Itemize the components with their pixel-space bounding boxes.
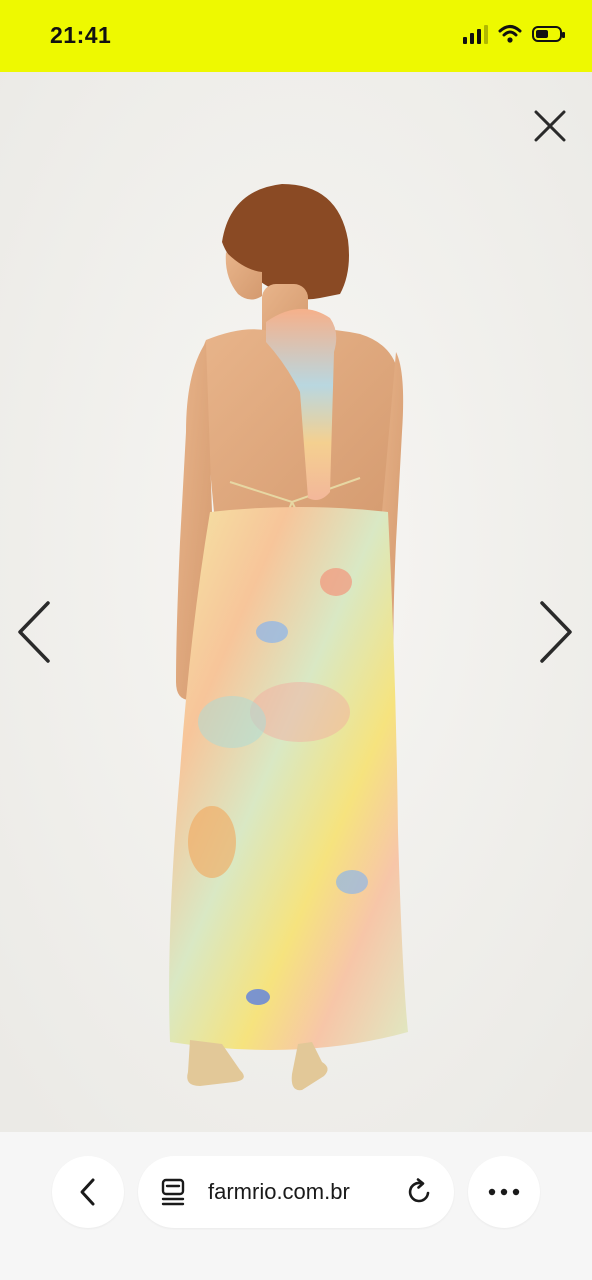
status-icons xyxy=(463,24,565,44)
page-info-icon[interactable] xyxy=(160,1178,186,1206)
product-photo xyxy=(0,72,592,1132)
wifi-icon xyxy=(498,25,522,43)
back-button[interactable] xyxy=(52,1156,124,1228)
more-icon xyxy=(488,1188,520,1196)
more-options-button[interactable] xyxy=(468,1156,540,1228)
address-bar[interactable]: farmrio.com.br xyxy=(138,1156,454,1228)
url-text[interactable]: farmrio.com.br xyxy=(208,1179,350,1205)
chevron-left-icon xyxy=(80,1178,95,1206)
previous-image-button[interactable] xyxy=(12,597,58,667)
next-image-button[interactable] xyxy=(532,597,578,667)
cellular-signal-icon xyxy=(463,24,488,44)
browser-bottom-bar: farmrio.com.br xyxy=(0,1132,592,1280)
status-bar: 21:41 xyxy=(0,0,592,72)
status-time: 21:41 xyxy=(50,22,112,48)
close-icon[interactable] xyxy=(530,106,570,146)
image-viewer xyxy=(0,72,592,1132)
reload-icon[interactable] xyxy=(406,1178,434,1206)
battery-icon xyxy=(532,26,565,42)
